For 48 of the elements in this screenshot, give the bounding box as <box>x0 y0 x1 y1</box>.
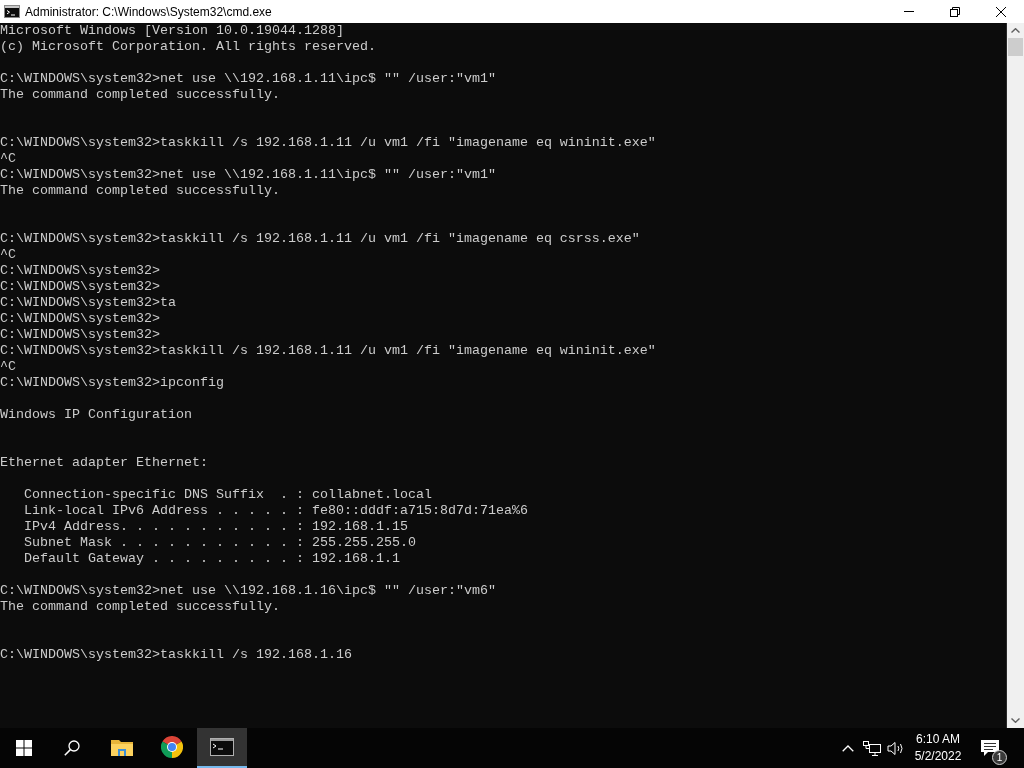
close-icon[interactable] <box>996 6 1006 17</box>
clock-date[interactable]: 5/2/2022 <box>914 748 962 765</box>
web-browser-icon[interactable] <box>161 736 183 758</box>
console-line: Default Gateway . . . . . . . . . : 192.168.1.1 <box>24 551 400 567</box>
scrollbar-thumb[interactable] <box>1008 38 1023 56</box>
start-icon[interactable] <box>16 740 32 756</box>
console-line: The command completed successfully. <box>0 87 280 103</box>
console-line: The command completed successfully. <box>0 183 280 199</box>
console-line: Ethernet adapter Ethernet: <box>0 455 208 471</box>
console-line: C:\WINDOWS\system32> <box>0 279 160 295</box>
console-line: IPv4 Address. . . . . . . . . . . : 192.168.1.15 <box>24 519 408 535</box>
console-line: C:\WINDOWS\system32>net use \\192.168.1.11\ipc$ "" /user:"vm1" <box>0 71 496 87</box>
terminal-icon <box>4 5 20 18</box>
console-line: ^C <box>0 247 16 263</box>
console-line: Link-local IPv6 Address . . . . . : fe80::dddf:a715:8d7d:71ea%6 <box>24 503 528 519</box>
console-line: C:\WINDOWS\system32>taskkill /s 192.168.1.11 /u vm1 /fi "imagename eq wininit.exe" <box>0 343 656 359</box>
search-icon[interactable] <box>64 740 80 756</box>
console-line: Microsoft Windows [Version 10.0.19044.1288] <box>0 23 344 39</box>
console-line: ^C <box>0 151 16 167</box>
console-line: C:\WINDOWS\system32>ta <box>0 295 176 311</box>
console-line: C:\WINDOWS\system32> <box>0 311 160 327</box>
clock-time[interactable]: 6:10 AM <box>916 731 960 748</box>
scroll-down-icon[interactable] <box>1011 718 1020 723</box>
taskbar-app-button[interactable] <box>197 728 247 768</box>
console-line: C:\WINDOWS\system32>taskkill /s 192.168.1.11 /u vm1 /fi "imagename eq csrss.exe" <box>0 231 640 247</box>
console-line: C:\WINDOWS\system32>ipconfig <box>0 375 224 391</box>
console-line: C:\WINDOWS\system32> <box>0 263 160 279</box>
console-line: C:\WINDOWS\system32>net use \\192.168.1.11\ipc$ "" /user:"vm1" <box>0 167 496 183</box>
network-icon[interactable] <box>863 740 881 756</box>
folder-icon[interactable] <box>111 738 133 756</box>
console-line: ^C <box>0 359 16 375</box>
console-line: C:\WINDOWS\system32>taskkill /s 192.168.1.11 /u vm1 /fi "imagename eq wininit.exe" <box>0 135 656 151</box>
restore-icon[interactable] <box>950 6 960 17</box>
console-line: Windows IP Configuration <box>0 407 192 423</box>
scroll-up-icon[interactable] <box>1011 28 1020 33</box>
window-title: Administrator: C:\Windows\System32\cmd.exe <box>25 4 272 19</box>
console-line: C:\WINDOWS\system32> <box>0 327 160 343</box>
notification-icon[interactable] <box>981 739 999 757</box>
console-line: C:\WINDOWS\system32>taskkill /s 192.168.1.16 <box>0 647 352 663</box>
chevron-up-icon[interactable] <box>842 744 854 752</box>
notification-badge: 1 <box>992 750 1007 765</box>
console-line: The command completed successfully. <box>0 599 280 615</box>
console-line: Connection-specific DNS Suffix . : collabnet.local <box>24 487 432 503</box>
console-line: (c) Microsoft Corporation. All rights reserved. <box>0 39 376 55</box>
console-line: Subnet Mask . . . . . . . . . . . : 255.255.255.0 <box>24 535 416 551</box>
terminal-icon[interactable] <box>210 738 234 756</box>
speaker-icon[interactable] <box>887 740 905 756</box>
console-line: C:\WINDOWS\system32>net use \\192.168.1.16\ipc$ "" /user:"vm6" <box>0 583 496 599</box>
